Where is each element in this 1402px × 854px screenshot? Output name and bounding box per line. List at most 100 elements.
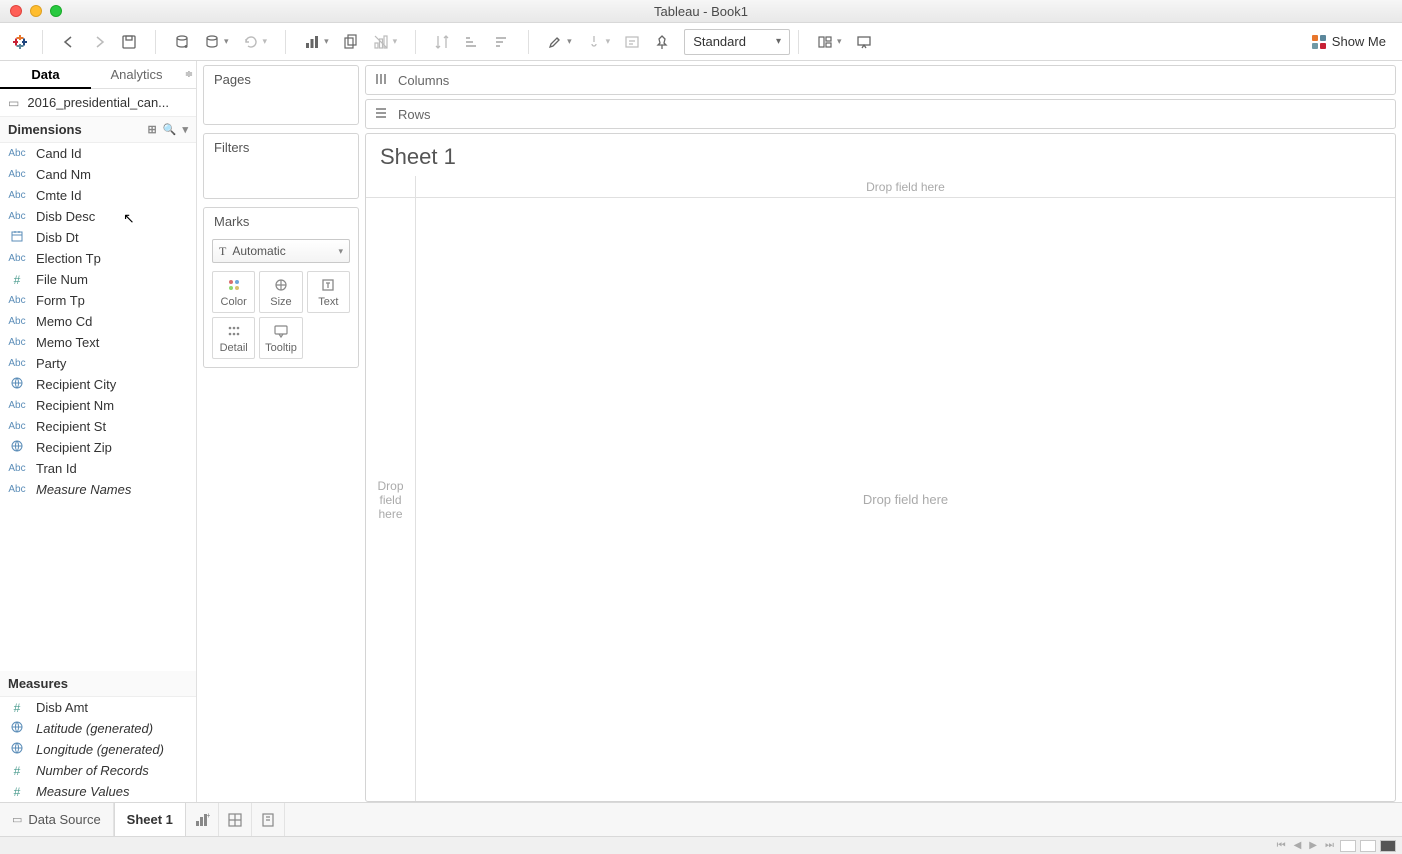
text-mark-button[interactable]: Text bbox=[307, 271, 350, 313]
field-type-icon: # bbox=[8, 701, 26, 715]
datasource-item[interactable]: ▭ 2016_presidential_can... bbox=[0, 89, 196, 117]
highlight-button[interactable]: ▾ bbox=[541, 28, 578, 56]
sheet-sorter-icon[interactable] bbox=[1360, 840, 1376, 852]
pages-shelf[interactable]: Pages bbox=[203, 65, 359, 125]
color-mark-button[interactable]: Color bbox=[212, 271, 255, 313]
show-me-button[interactable]: Show Me bbox=[1302, 34, 1396, 49]
tableau-logo-icon[interactable] bbox=[6, 28, 34, 56]
duplicate-sheet-button[interactable] bbox=[337, 28, 365, 56]
last-sheet-nav[interactable]: ⏭ bbox=[1323, 840, 1336, 851]
group-button[interactable]: ▾ bbox=[580, 28, 617, 56]
presentation-mode-button[interactable] bbox=[850, 28, 878, 56]
new-worksheet-button[interactable]: ▾ bbox=[298, 28, 335, 56]
clear-sheet-button[interactable]: ▾ bbox=[367, 28, 404, 56]
new-worksheet-tab[interactable]: + bbox=[186, 803, 219, 836]
filters-shelf[interactable]: Filters bbox=[203, 133, 359, 199]
sheet-tab[interactable]: Sheet 1 bbox=[114, 802, 186, 836]
tabs-view-icon[interactable] bbox=[1380, 840, 1396, 852]
show-labels-button[interactable] bbox=[618, 28, 646, 56]
field-name: Disb Desc bbox=[36, 209, 95, 224]
row-drop dropzone[interactable]: Drop field here bbox=[366, 198, 415, 801]
new-datasource-button[interactable] bbox=[168, 28, 196, 56]
dimension-field-measure-names[interactable]: AbcMeasure Names bbox=[0, 479, 196, 500]
measure-field-measure-values[interactable]: #Measure Values bbox=[0, 781, 196, 802]
field-type-icon: # bbox=[8, 764, 26, 778]
sort-desc-button[interactable] bbox=[488, 28, 516, 56]
data-tab[interactable]: Data bbox=[0, 61, 91, 88]
swap-axes-button[interactable] bbox=[428, 28, 456, 56]
fit-selector[interactable]: Standard ▾ bbox=[684, 29, 790, 55]
save-button[interactable] bbox=[115, 28, 143, 56]
field-name: Cmte Id bbox=[36, 188, 82, 203]
mark-type-selector[interactable]: T Automatic ▾ bbox=[212, 239, 350, 263]
undo-button[interactable] bbox=[55, 28, 83, 56]
data-source-tab[interactable]: ▭ Data Source bbox=[0, 803, 114, 836]
data-source-icon: ▭ bbox=[12, 813, 22, 826]
field-name: Recipient Nm bbox=[36, 398, 114, 413]
columns-label: Columns bbox=[398, 73, 449, 88]
sheet-title[interactable]: Sheet 1 bbox=[366, 134, 1395, 176]
analytics-tab[interactable]: Analytics bbox=[91, 61, 182, 88]
dimension-field-recipient-city[interactable]: Recipient City bbox=[0, 374, 196, 395]
dimension-field-recipient-nm[interactable]: AbcRecipient Nm bbox=[0, 395, 196, 416]
dimension-field-cand-nm[interactable]: AbcCand Nm bbox=[0, 164, 196, 185]
field-type-icon bbox=[8, 230, 26, 245]
dimension-field-election-tp[interactable]: AbcElection Tp bbox=[0, 248, 196, 269]
main-dropzone[interactable]: Drop field here bbox=[416, 198, 1395, 801]
refresh-button[interactable]: ▾ bbox=[237, 28, 274, 56]
field-type-icon: Abc bbox=[8, 190, 26, 201]
field-name: File Num bbox=[36, 272, 88, 287]
datasource-name: 2016_presidential_can... bbox=[27, 95, 169, 110]
measure-field-number-of-records[interactable]: #Number of Records bbox=[0, 760, 196, 781]
column-dropzone[interactable]: Drop field here bbox=[416, 176, 1395, 198]
dimension-field-recipient-st[interactable]: AbcRecipient St bbox=[0, 416, 196, 437]
field-type-icon: # bbox=[8, 785, 26, 799]
prev-sheet-nav[interactable]: ◀ bbox=[1292, 840, 1304, 851]
text-mark-label: Text bbox=[318, 296, 338, 308]
size-mark-button[interactable]: Size bbox=[259, 271, 302, 313]
sheet-tabs-bar: ▭ Data Source Sheet 1 + bbox=[0, 802, 1402, 836]
find-field-icon[interactable]: 🔍 bbox=[163, 123, 177, 136]
field-type-icon bbox=[8, 721, 26, 736]
dimension-field-recipient-zip[interactable]: Recipient Zip bbox=[0, 437, 196, 458]
view-data-icon[interactable]: ⊞ bbox=[148, 123, 157, 136]
dimension-field-file-num[interactable]: #File Num bbox=[0, 269, 196, 290]
dimension-field-tran-id[interactable]: AbcTran Id bbox=[0, 458, 196, 479]
columns-shelf[interactable]: Columns bbox=[365, 65, 1396, 95]
measure-field-latitude-generated-[interactable]: Latitude (generated) bbox=[0, 718, 196, 739]
pause-updates-button[interactable]: ▾ bbox=[198, 28, 235, 56]
dimension-field-memo-cd[interactable]: AbcMemo Cd bbox=[0, 311, 196, 332]
new-story-tab[interactable] bbox=[252, 803, 285, 836]
chevron-down-icon: ▾ bbox=[776, 36, 781, 47]
dimension-field-disb-desc[interactable]: AbcDisb Desc bbox=[0, 206, 196, 227]
chevron-down-icon: ▾ bbox=[338, 246, 343, 257]
dimensions-label: Dimensions bbox=[8, 122, 82, 137]
rows-shelf[interactable]: Rows bbox=[365, 99, 1396, 129]
tooltip-mark-button[interactable]: Tooltip bbox=[259, 317, 302, 359]
measure-field-disb-amt[interactable]: #Disb Amt bbox=[0, 697, 196, 718]
dimension-field-form-tp[interactable]: AbcForm Tp bbox=[0, 290, 196, 311]
filmstrip-view-icon[interactable] bbox=[1340, 840, 1356, 852]
pin-button[interactable] bbox=[648, 28, 676, 56]
dimensions-header: Dimensions ⊞ 🔍 ▾ bbox=[0, 117, 196, 143]
redo-button[interactable] bbox=[85, 28, 113, 56]
field-name: Recipient City bbox=[36, 377, 116, 392]
show-cards-button[interactable]: ▾ bbox=[811, 28, 848, 56]
dimension-field-cand-id[interactable]: AbcCand Id bbox=[0, 143, 196, 164]
toolbar: ▾ ▾ ▾ ▾ ▾ ▾ Standard ▾ ▾ Show Me bbox=[0, 23, 1402, 61]
show-me-label: Show Me bbox=[1332, 34, 1386, 49]
dimension-field-disb-dt[interactable]: Disb Dt bbox=[0, 227, 196, 248]
pane-dropdown-icon[interactable]: ▾ bbox=[182, 123, 188, 136]
measure-field-longitude-generated-[interactable]: Longitude (generated) bbox=[0, 739, 196, 760]
pane-menu-icon[interactable]: ≑ bbox=[182, 61, 196, 88]
size-mark-label: Size bbox=[270, 296, 291, 308]
first-sheet-nav[interactable]: ⏮ bbox=[1275, 840, 1288, 851]
next-sheet-nav[interactable]: ▶ bbox=[1307, 840, 1319, 851]
dimension-field-party[interactable]: AbcParty bbox=[0, 353, 196, 374]
detail-mark-button[interactable]: Detail bbox=[212, 317, 255, 359]
window-title: Tableau - Book1 bbox=[0, 4, 1402, 19]
sort-asc-button[interactable] bbox=[458, 28, 486, 56]
dimension-field-cmte-id[interactable]: Abc Cmte Id bbox=[0, 185, 196, 206]
new-dashboard-tab[interactable] bbox=[219, 803, 252, 836]
dimension-field-memo-text[interactable]: AbcMemo Text bbox=[0, 332, 196, 353]
